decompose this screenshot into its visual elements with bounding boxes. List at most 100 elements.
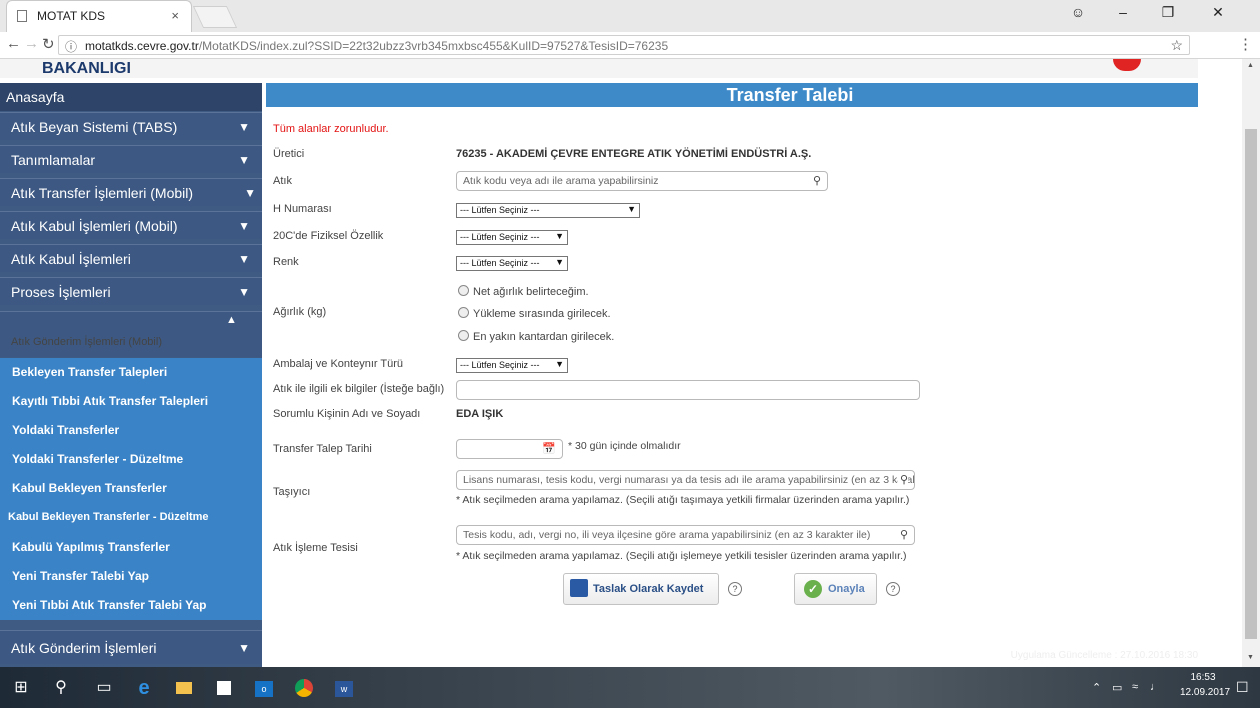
sidebar-item-proses[interactable]: Proses İşlemleri ▼ bbox=[0, 277, 262, 305]
submenu-bekleyen[interactable]: Bekleyen Transfer Talepleri bbox=[0, 358, 262, 388]
search-icon[interactable]: ⚲ bbox=[813, 174, 821, 187]
tray-up-icon[interactable]: ⌃ bbox=[1092, 681, 1101, 694]
profile-icon[interactable]: ☺ bbox=[1063, 4, 1093, 20]
submenu-kabul-bekleyen-duzeltme[interactable]: Kabul Bekleyen Transferler - Düzeltme bbox=[0, 503, 262, 533]
browser-tab[interactable]: MOTAT KDS × bbox=[6, 0, 192, 32]
store-icon[interactable] bbox=[213, 677, 235, 699]
submenu-yeni-tibbi-transfer[interactable]: Yeni Tıbbi Atık Transfer Talebi Yap bbox=[0, 590, 262, 620]
sidebar-item-label: Atık Gönderim İşlemleri (Mobil) bbox=[11, 336, 162, 348]
tarih-note: * 30 gün içinde olmalıdır bbox=[568, 440, 681, 452]
submenu-kabul-bekleyen[interactable]: Kabul Bekleyen Transferler bbox=[0, 474, 262, 504]
ek-bilgi-input[interactable] bbox=[456, 380, 920, 400]
radio-yukleme[interactable]: Yükleme sırasında girilecek. bbox=[458, 307, 611, 320]
info-icon[interactable]: ⓘ bbox=[65, 38, 77, 55]
submenu-yoldaki[interactable]: Yoldaki Transferler bbox=[0, 416, 262, 446]
search-icon[interactable]: ⚲ bbox=[897, 528, 908, 541]
url-host: motatkds.cevre.gov.tr bbox=[85, 39, 199, 53]
new-tab-button[interactable] bbox=[192, 6, 238, 28]
chevron-down-icon: ▼ bbox=[238, 219, 250, 233]
atik-placeholder: Atık kodu veya adı ile arama yapabilirsi… bbox=[463, 175, 659, 187]
sidebar-item-label: Atık Gönderim İşlemleri bbox=[11, 640, 157, 656]
radio-label: Yükleme sırasında girilecek. bbox=[473, 308, 611, 320]
battery-icon[interactable]: ▭ bbox=[1112, 681, 1122, 694]
star-icon[interactable]: ☆ bbox=[1170, 37, 1183, 54]
scroll-down-icon[interactable]: ▼ bbox=[1247, 654, 1254, 661]
approve-label: Onayla bbox=[828, 583, 865, 595]
chevron-down-icon: ▼ bbox=[238, 120, 250, 134]
page-icon bbox=[17, 10, 27, 22]
save-draft-label: Taslak Olarak Kaydet bbox=[593, 583, 704, 595]
tab-close-icon[interactable]: × bbox=[171, 8, 179, 23]
sidebar-item-label: Atık Kabul İşlemleri bbox=[11, 251, 131, 267]
renk-select[interactable]: --- Lütfen Seçiniz --- ▼ bbox=[456, 256, 568, 271]
tarih-input[interactable]: 📅 bbox=[456, 439, 563, 459]
address-bar[interactable]: ⓘ motatkds.cevre.gov.tr/MotatKDS/index.z… bbox=[58, 35, 1190, 55]
task-view-icon[interactable]: ▭ bbox=[93, 677, 115, 699]
submenu-yoldaki-duzeltme[interactable]: Yoldaki Transferler - Düzeltme bbox=[0, 445, 262, 475]
isleme-note: * Atık seçilmeden arama yapılamaz. (Seçi… bbox=[456, 550, 907, 562]
uretici-label: Üretici bbox=[273, 148, 305, 160]
dropdown-arrow-icon: ▼ bbox=[555, 231, 564, 241]
edge-icon[interactable]: e bbox=[133, 677, 155, 699]
sidebar-item-kabul-mobil[interactable]: Atık Kabul İşlemleri (Mobil) ▼ bbox=[0, 211, 262, 239]
ambalaj-label: Ambalaj ve Konteynır Türü bbox=[273, 358, 404, 370]
reload-icon[interactable]: ↻ bbox=[42, 35, 55, 53]
tasiyici-search-input[interactable]: Lisans numarası, tesis kodu, vergi numar… bbox=[456, 470, 915, 490]
chevron-down-icon: ▼ bbox=[238, 285, 250, 299]
transfer-form: Transfer Talebi Tüm alanlar zorunludur. … bbox=[266, 83, 1198, 661]
sidebar-item-label: Tanımlamalar bbox=[11, 152, 96, 168]
menu-icon[interactable]: ⋮ bbox=[1238, 35, 1253, 53]
dropdown-arrow-icon: ▼ bbox=[555, 257, 564, 267]
scrollbar-thumb[interactable] bbox=[1245, 129, 1257, 639]
notifications-icon[interactable]: ☐ bbox=[1236, 679, 1249, 696]
fiziksel-select[interactable]: --- Lütfen Seçiniz --- ▼ bbox=[456, 230, 568, 245]
sidebar-item-tabs[interactable]: Atık Beyan Sistemi (TABS) ▼ bbox=[0, 112, 262, 140]
back-icon[interactable]: ← bbox=[6, 35, 21, 52]
browser-titlebar: MOTAT KDS × ☺ – ❐ ✕ bbox=[0, 0, 1260, 32]
windows-taskbar: ⊞ ⚲ ▭ e o w ⌃ ▭ ≈ ♩ 16:53 12.09.2017 ☐ bbox=[0, 667, 1260, 708]
sidebar-item-gonderim[interactable]: Atık Gönderim İşlemleri ▼ bbox=[0, 630, 262, 664]
ambalaj-select[interactable]: --- Lütfen Seçiniz --- ▼ bbox=[456, 358, 568, 373]
sidebar: Anasayfa Atık Beyan Sistemi (TABS) ▼ Tanı… bbox=[0, 83, 262, 667]
outlook-icon[interactable]: o bbox=[253, 677, 275, 699]
volume-icon[interactable]: ♩ bbox=[1150, 681, 1161, 693]
sidebar-item-gonderim-mobil[interactable]: ▲ Atık Gönderim İşlemleri (Mobil) bbox=[0, 311, 262, 357]
wifi-icon[interactable]: ≈ bbox=[1132, 681, 1138, 693]
isleme-search-input[interactable]: Tesis kodu, adı, vergi no, ili veya ilçe… bbox=[456, 525, 915, 545]
minimize-button[interactable]: – bbox=[1108, 4, 1138, 20]
sidebar-item-kabul[interactable]: Atık Kabul İşlemleri ▼ bbox=[0, 244, 262, 272]
scroll-up-icon[interactable]: ▲ bbox=[1247, 62, 1254, 69]
chrome-icon[interactable] bbox=[293, 677, 315, 699]
sidebar-item-tanimlamalar[interactable]: Tanımlamalar ▼ bbox=[0, 145, 262, 173]
maximize-button[interactable]: ❐ bbox=[1153, 4, 1183, 21]
forward-icon[interactable]: → bbox=[24, 35, 39, 52]
approve-button[interactable]: ✓ Onayla bbox=[794, 573, 877, 605]
fiziksel-label: 20C'de Fiziksel Özellik bbox=[273, 230, 384, 242]
sidebar-item-label: Atık Beyan Sistemi (TABS) bbox=[11, 119, 178, 135]
chevron-down-icon: ▼ bbox=[238, 153, 250, 167]
submenu-tibbi-kayitli[interactable]: Kayıtlı Tıbbi Atık Transfer Talepleri bbox=[0, 387, 262, 417]
cortana-icon[interactable]: ⚲ bbox=[50, 677, 72, 699]
calendar-icon[interactable]: 📅 bbox=[542, 442, 556, 455]
submenu-kabulu-yapilmis[interactable]: Kabulü Yapılmış Transferler bbox=[0, 532, 262, 562]
explorer-icon[interactable] bbox=[173, 677, 195, 699]
save-draft-button[interactable]: Taslak Olarak Kaydet bbox=[563, 573, 719, 605]
sidebar-item-anasayfa[interactable]: Anasayfa bbox=[0, 83, 262, 111]
word-icon[interactable]: w bbox=[333, 677, 355, 699]
submenu-yeni-transfer[interactable]: Yeni Transfer Talebi Yap bbox=[0, 561, 262, 591]
atik-search-input[interactable]: Atık kodu veya adı ile arama yapabilirsi… bbox=[456, 171, 828, 191]
page-scrollbar[interactable]: ▲ ▼ bbox=[1242, 59, 1260, 667]
help-icon[interactable]: ? bbox=[886, 582, 900, 596]
url-text: motatkds.cevre.gov.tr/MotatKDS/index.zul… bbox=[85, 39, 668, 53]
tab-title: MOTAT KDS bbox=[37, 9, 106, 23]
close-window-button[interactable]: ✕ bbox=[1203, 4, 1233, 21]
radio-kantar[interactable]: En yakın kantardan girilecek. bbox=[458, 330, 614, 343]
h-numarasi-select[interactable]: --- Lütfen Seçiniz --- ▼ bbox=[456, 203, 640, 218]
help-icon[interactable]: ? bbox=[728, 582, 742, 596]
radio-net-agirlik[interactable]: Net ağırlık belirteceğim. bbox=[458, 285, 589, 298]
taskbar-clock[interactable]: 16:53 12.09.2017 bbox=[1180, 670, 1230, 700]
sidebar-item-transfer-mobil[interactable]: Atık Transfer İşlemleri (Mobil) ▼ bbox=[0, 178, 262, 206]
sorumlu-value: EDA IŞIK bbox=[456, 408, 504, 420]
windows-icon[interactable]: ⊞ bbox=[10, 677, 32, 699]
search-icon[interactable]: ⚲ bbox=[897, 473, 908, 486]
